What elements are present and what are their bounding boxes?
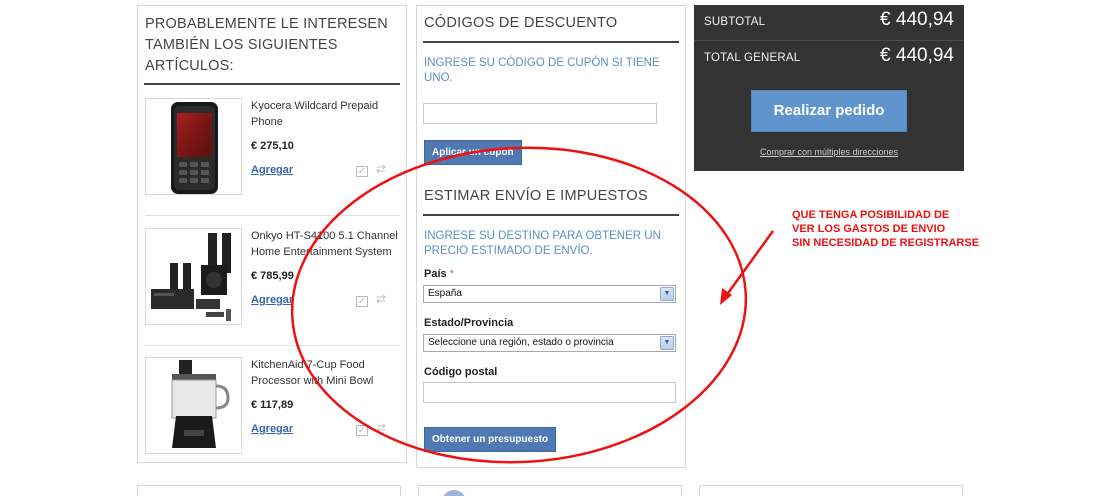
compare-icon[interactable]: ⇄	[376, 292, 386, 306]
discount-shipping-panel: CÓDIGOS DE DESCUENTO INGRESE SU CÓDIGO D…	[416, 5, 686, 468]
annotation-line: VER LOS GASTOS DE ENVIO	[792, 223, 946, 235]
country-select-value: España	[428, 288, 462, 299]
discount-title: CÓDIGOS DE DESCUENTO	[424, 15, 618, 31]
wishlist-icon[interactable]: ✓	[356, 166, 368, 177]
chevron-down-icon[interactable]: ▼	[660, 287, 674, 301]
compare-icon[interactable]: ⇄	[376, 162, 386, 176]
crosssell-panel: PROBABLEMENTE LE INTERESEN TAMBIÉN LOS S…	[137, 5, 407, 463]
annotation-arrow-head	[720, 288, 732, 305]
totals-panel: SUBTOTAL € 440,94 TOTAL GENERAL € 440,94…	[694, 5, 964, 171]
chevron-down-icon[interactable]: ▼	[660, 336, 674, 350]
coupon-code-input[interactable]	[423, 103, 657, 124]
annotation-arrow-shaft	[721, 230, 775, 301]
product-name[interactable]: KitchenAid 7-Cup Food Processor with Min…	[251, 357, 401, 389]
product-image-home-theater[interactable]	[145, 228, 242, 325]
get-quote-button[interactable]: Obtener un presupuesto	[424, 427, 557, 452]
shipping-divider	[423, 214, 679, 216]
shipping-hint: INGRESE SU DESTINO PARA OBTENER UN PRECI…	[424, 230, 661, 257]
country-select[interactable]: España ▼	[423, 285, 676, 303]
add-to-cart-link[interactable]: Agregar	[251, 164, 293, 176]
grand-total-row: TOTAL GENERAL € 440,94	[694, 41, 964, 75]
wishlist-icon[interactable]: ✓	[356, 296, 368, 307]
annotation-line: QUE TENGA POSIBILIDAD DE	[792, 209, 950, 221]
crosssell-title: PROBABLEMENTE LE INTERESEN TAMBIÉN LOS S…	[145, 16, 388, 74]
crosssell-item: Kyocera Wildcard Prepaid Phone € 275,10 …	[138, 98, 406, 222]
bottom-panel	[699, 485, 963, 496]
grand-total-value: € 440,94	[880, 45, 954, 66]
discount-hint: INGRESE SU CÓDIGO DE CUPÓN SI TIENE UNO.	[424, 57, 660, 84]
bottom-panel	[418, 485, 682, 496]
product-image-food-processor[interactable]	[145, 357, 242, 454]
product-price: € 785,99	[251, 270, 294, 282]
country-label: País *	[424, 268, 454, 280]
subtotal-label: SUBTOTAL	[704, 16, 766, 28]
product-price: € 275,10	[251, 140, 294, 152]
annotation-note: QUE TENGA POSIBILIDAD DE VER LOS GASTOS …	[792, 208, 979, 250]
crosssell-divider	[144, 83, 400, 85]
region-select-value: Seleccione una región, estado o provinci…	[428, 337, 614, 348]
wishlist-icon[interactable]: ✓	[356, 425, 368, 436]
subtotal-value: € 440,94	[880, 9, 954, 30]
shipping-title: ESTIMAR ENVÍO E IMPUESTOS	[424, 188, 648, 204]
product-image-phone[interactable]	[145, 98, 242, 195]
bottom-panel	[137, 485, 401, 496]
multi-address-link[interactable]: Comprar con múltiples direcciones	[694, 147, 964, 157]
item-divider	[145, 345, 400, 346]
crosssell-item: KitchenAid 7-Cup Food Processor with Min…	[138, 357, 406, 481]
crosssell-item: Onkyo HT-S4100 5.1 Channel Home Entertai…	[138, 228, 406, 352]
product-name[interactable]: Kyocera Wildcard Prepaid Phone	[251, 98, 401, 130]
grand-total-label: TOTAL GENERAL	[704, 52, 801, 64]
region-label: Estado/Provincia	[424, 317, 514, 329]
product-name[interactable]: Onkyo HT-S4100 5.1 Channel Home Entertai…	[251, 228, 401, 260]
discount-divider	[423, 41, 679, 43]
postcode-label: Código postal	[424, 366, 498, 378]
region-select[interactable]: Seleccione una región, estado o provinci…	[423, 334, 676, 352]
annotation-line: SIN NECESIDAD DE REGISTRARSE	[792, 237, 980, 249]
item-divider	[145, 215, 400, 216]
compare-icon[interactable]: ⇄	[376, 421, 386, 435]
product-price: € 117,89	[251, 399, 294, 411]
add-to-cart-link[interactable]: Agregar	[251, 423, 293, 435]
required-mark: *	[449, 268, 454, 280]
apply-coupon-button[interactable]: Aplicar un cupón	[424, 140, 522, 165]
subtotal-row: SUBTOTAL € 440,94	[694, 5, 964, 39]
postcode-input[interactable]	[423, 382, 676, 403]
add-to-cart-link[interactable]: Agregar	[251, 294, 293, 306]
checkout-button[interactable]: Realizar pedido	[751, 90, 907, 132]
